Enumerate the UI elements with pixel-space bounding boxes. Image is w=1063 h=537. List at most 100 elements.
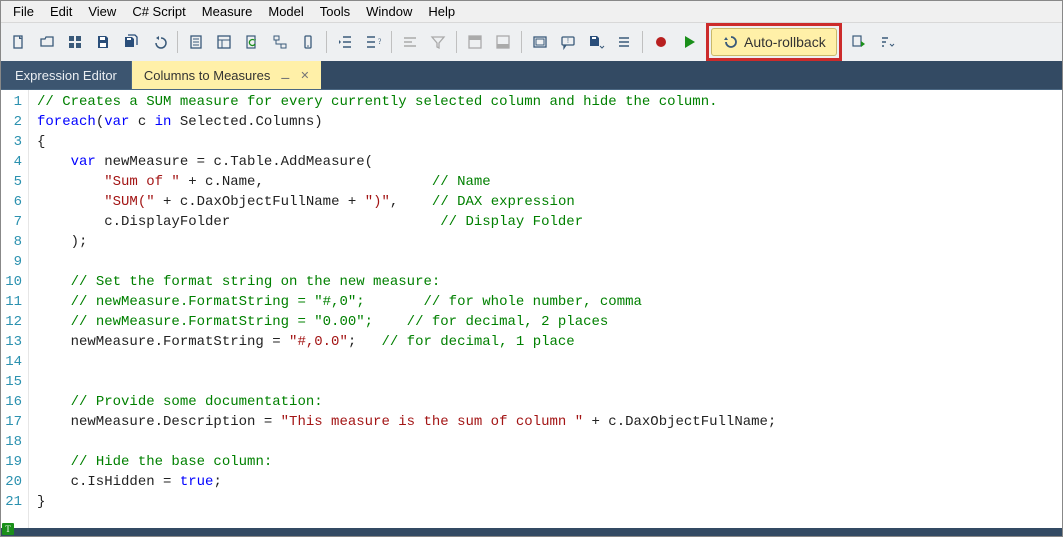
svg-text:!: ! — [567, 38, 569, 45]
line-number: 7 — [3, 212, 22, 232]
close-icon[interactable]: ✕ — [300, 69, 309, 82]
code-line[interactable]: newMeasure.FormatString = "#,0.0"; // fo… — [37, 332, 776, 352]
svg-text:T: T — [5, 524, 11, 534]
code-line[interactable] — [37, 352, 776, 372]
app-window: FileEditViewC# ScriptMeasureModelToolsWi… — [0, 0, 1063, 537]
line-number: 15 — [3, 372, 22, 392]
code-line[interactable]: var newMeasure = c.Table.AddMeasure( — [37, 152, 776, 172]
line-number: 9 — [3, 252, 22, 272]
toolbar-separator — [177, 31, 178, 53]
line-number: 14 — [3, 352, 22, 372]
toolbar-separator — [642, 31, 643, 53]
footer-icon[interactable] — [489, 28, 517, 56]
code-line[interactable]: // Set the format string on the new meas… — [37, 272, 776, 292]
editor-area: 123456789101112131415161718192021 // Cre… — [1, 89, 1062, 528]
toolbar-separator — [521, 31, 522, 53]
comment-icon[interactable]: ! — [554, 28, 582, 56]
code-line[interactable]: // newMeasure.FormatString = "#,0"; // f… — [37, 292, 776, 312]
line-number: 2 — [3, 112, 22, 132]
line-number: 6 — [3, 192, 22, 212]
menu-c-script[interactable]: C# Script — [124, 2, 193, 21]
header-icon[interactable] — [461, 28, 489, 56]
frame-icon[interactable] — [526, 28, 554, 56]
save-all-icon[interactable] — [117, 28, 145, 56]
menu-file[interactable]: File — [5, 2, 42, 21]
line-number: 8 — [3, 232, 22, 252]
menu-edit[interactable]: Edit — [42, 2, 80, 21]
script-next-icon[interactable] — [845, 28, 873, 56]
outdent-icon[interactable] — [331, 28, 359, 56]
line-number: 13 — [3, 332, 22, 352]
align-icon[interactable] — [396, 28, 424, 56]
page-icon[interactable] — [182, 28, 210, 56]
auto-rollback-label: Auto-rollback — [744, 34, 826, 50]
menu-tools[interactable]: Tools — [312, 2, 358, 21]
line-number: 20 — [3, 472, 22, 492]
svg-text:?: ? — [378, 37, 381, 46]
open-folder-icon[interactable] — [33, 28, 61, 56]
status-bar — [1, 528, 1062, 536]
play-icon[interactable] — [675, 28, 703, 56]
save-dropdown-icon[interactable] — [582, 28, 610, 56]
bars-icon[interactable] — [610, 28, 638, 56]
code-content[interactable]: // Creates a SUM measure for every curre… — [29, 90, 776, 528]
refresh-doc-icon[interactable] — [238, 28, 266, 56]
panel-title: Expression Editor — [1, 61, 132, 89]
tab-columns-to-measures[interactable]: Columns to Measures ⚊ ✕ — [132, 61, 322, 89]
line-number: 21 — [3, 492, 22, 512]
record-icon[interactable] — [647, 28, 675, 56]
corner-badge-icon: T — [2, 523, 14, 535]
sort-dropdown-icon[interactable] — [873, 28, 901, 56]
code-line[interactable]: c.DisplayFolder // Display Folder — [37, 212, 776, 232]
code-line[interactable] — [37, 252, 776, 272]
pin-icon[interactable]: ⚊ — [280, 69, 290, 82]
code-line[interactable] — [37, 432, 776, 452]
menu-model[interactable]: Model — [260, 2, 311, 21]
code-line[interactable]: // Provide some documentation: — [37, 392, 776, 412]
code-editor[interactable]: 123456789101112131415161718192021 // Cre… — [1, 90, 1062, 528]
line-number: 17 — [3, 412, 22, 432]
line-number: 10 — [3, 272, 22, 292]
indent-question-icon[interactable]: ? — [359, 28, 387, 56]
line-number: 18 — [3, 432, 22, 452]
code-line[interactable]: // Creates a SUM measure for every curre… — [37, 92, 776, 112]
menu-window[interactable]: Window — [358, 2, 420, 21]
code-line[interactable]: newMeasure.Description = "This measure i… — [37, 412, 776, 432]
phone-icon[interactable] — [294, 28, 322, 56]
toolbar-separator — [391, 31, 392, 53]
toolbar-separator — [326, 31, 327, 53]
tiles-icon[interactable] — [61, 28, 89, 56]
filter-icon[interactable] — [424, 28, 452, 56]
code-line[interactable]: "Sum of " + c.Name, // Name — [37, 172, 776, 192]
code-line[interactable]: c.IsHidden = true; — [37, 472, 776, 492]
line-number: 5 — [3, 172, 22, 192]
save-icon[interactable] — [89, 28, 117, 56]
code-line[interactable]: } — [37, 492, 776, 512]
line-number: 3 — [3, 132, 22, 152]
undo-icon[interactable] — [145, 28, 173, 56]
tab-label: Columns to Measures — [144, 68, 270, 83]
code-line[interactable]: ); — [37, 232, 776, 252]
code-line[interactable]: // newMeasure.FormatString = "0.00"; // … — [37, 312, 776, 332]
auto-rollback-highlight: Auto-rollback — [706, 23, 842, 61]
layout-icon[interactable] — [210, 28, 238, 56]
menu-view[interactable]: View — [80, 2, 124, 21]
tab-row: Expression Editor Columns to Measures ⚊ … — [1, 61, 1062, 89]
line-number: 11 — [3, 292, 22, 312]
menubar: FileEditViewC# ScriptMeasureModelToolsWi… — [1, 1, 1062, 23]
menu-help[interactable]: Help — [420, 2, 463, 21]
code-line[interactable]: { — [37, 132, 776, 152]
code-line[interactable]: foreach(var c in Selected.Columns) — [37, 112, 776, 132]
new-file-icon[interactable] — [5, 28, 33, 56]
code-line[interactable]: "SUM(" + c.DaxObjectFullName + ")", // D… — [37, 192, 776, 212]
line-number: 1 — [3, 92, 22, 112]
code-line[interactable] — [37, 372, 776, 392]
diagram-icon[interactable] — [266, 28, 294, 56]
code-line[interactable]: // Hide the base column: — [37, 452, 776, 472]
line-number: 4 — [3, 152, 22, 172]
toolbar-separator — [456, 31, 457, 53]
line-number: 19 — [3, 452, 22, 472]
auto-rollback-button[interactable]: Auto-rollback — [711, 28, 837, 56]
line-gutter: 123456789101112131415161718192021 — [1, 90, 29, 528]
menu-measure[interactable]: Measure — [194, 2, 261, 21]
